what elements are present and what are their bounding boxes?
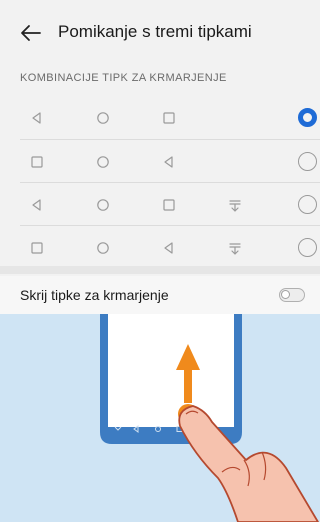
back-key-icon [164, 156, 173, 168]
combination-row-3[interactable] [20, 182, 320, 225]
combination-radio-1[interactable] [298, 108, 317, 127]
home-key-icon [97, 199, 109, 211]
hide-keys-row[interactable]: Skrij tipke za krmarjenje [0, 276, 320, 314]
hand-icon [178, 405, 319, 522]
hide-keys-toggle[interactable] [279, 288, 305, 302]
combination-radio-3[interactable] [298, 195, 317, 214]
section-divider [0, 266, 320, 274]
notification-key-icon [229, 200, 241, 212]
hide-keys-label: Skrij tipke za krmarjenje [20, 287, 169, 303]
recent-key-icon [31, 242, 43, 254]
combination-row-4[interactable] [20, 225, 320, 268]
combination-radio-2[interactable] [298, 152, 317, 171]
gesture-illustration [0, 314, 320, 522]
back-key-icon [32, 112, 41, 124]
combination-row-1[interactable] [0, 96, 320, 139]
toggle-knob [281, 290, 290, 299]
back-arrow-icon[interactable] [18, 20, 44, 46]
back-key-icon [164, 242, 173, 254]
combination-list [0, 96, 320, 268]
notification-key-icon [229, 243, 241, 255]
app-header: Pomikanje s tremi tipkami [0, 0, 320, 64]
home-key-icon [97, 112, 109, 124]
section-title: KOMBINACIJE TIPK ZA KRMARJENJE [20, 72, 227, 84]
combination-radio-4[interactable] [298, 238, 317, 257]
recent-key-icon [31, 156, 43, 168]
recent-key-icon [163, 112, 175, 124]
page-title: Pomikanje s tremi tipkami [58, 22, 252, 41]
back-key-icon [32, 199, 41, 211]
home-key-icon [97, 242, 109, 254]
phone-screen [108, 314, 234, 427]
home-key-icon [97, 156, 109, 168]
recent-key-icon [163, 199, 175, 211]
combination-row-2[interactable] [20, 139, 320, 182]
swipe-up-illustration [100, 314, 319, 522]
